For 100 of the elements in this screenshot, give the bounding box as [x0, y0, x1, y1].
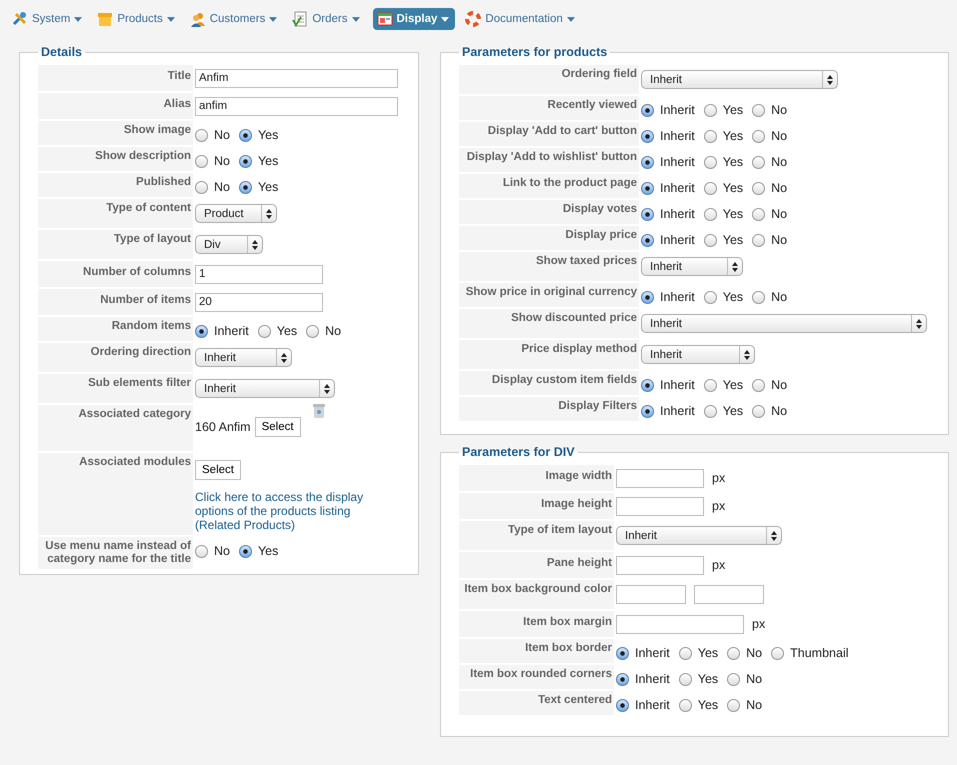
- unit-label: px: [752, 617, 766, 631]
- radio-button[interactable]: [727, 672, 740, 686]
- input-field[interactable]: 1: [195, 264, 323, 284]
- radio-button[interactable]: [752, 378, 766, 392]
- radio-button[interactable]: [641, 290, 654, 304]
- field-label: Item box rounded corners: [459, 665, 614, 689]
- dropdown[interactable]: Product: [195, 204, 277, 223]
- input-field[interactable]: anfim: [195, 96, 398, 116]
- radio-label: Thumbnail: [790, 646, 849, 660]
- radio-label: Yes: [722, 378, 744, 392]
- input-field[interactable]: [694, 585, 764, 604]
- input-field[interactable]: [616, 496, 704, 516]
- radio-button[interactable]: [752, 130, 766, 142]
- menu-item[interactable]: Customers: [188, 8, 282, 30]
- radio-button[interactable]: [752, 404, 766, 418]
- radio-button[interactable]: [641, 208, 654, 220]
- section-title: Parameters for products: [461, 45, 608, 59]
- radio-button[interactable]: [752, 156, 766, 168]
- input-field[interactable]: 20: [195, 292, 323, 312]
- dropdown[interactable]: Inherit: [641, 257, 743, 276]
- radio-button[interactable]: [752, 290, 766, 304]
- radio-label: No: [214, 128, 230, 142]
- radio-button[interactable]: [678, 698, 692, 712]
- radio-button[interactable]: [195, 128, 208, 142]
- radio-button[interactable]: [704, 182, 717, 194]
- field-label: Image height: [459, 493, 614, 519]
- input-field[interactable]: [616, 468, 704, 488]
- radio-button[interactable]: [704, 104, 717, 116]
- input-field[interactable]: [616, 585, 686, 604]
- radio-button[interactable]: [306, 324, 320, 338]
- field-label: Recently viewed: [459, 96, 639, 120]
- select-button[interactable]: Select: [195, 460, 241, 480]
- radio-label: No: [771, 404, 788, 418]
- input-field[interactable]: Anfim: [195, 68, 398, 88]
- caret-icon: [352, 16, 360, 22]
- field-label: Show price in original currency: [459, 283, 639, 307]
- radio-button[interactable]: [641, 130, 654, 142]
- radio-button[interactable]: [704, 378, 717, 392]
- radio-button[interactable]: [258, 324, 271, 338]
- radio-button[interactable]: [238, 128, 252, 142]
- dropdown[interactable]: Inherit: [195, 348, 292, 367]
- radio-button[interactable]: [704, 404, 717, 418]
- dropdown[interactable]: Inherit: [195, 379, 335, 398]
- radio-button[interactable]: [641, 182, 654, 194]
- radio-button[interactable]: [641, 156, 654, 168]
- radio-label: No: [771, 233, 788, 247]
- radio-button[interactable]: [195, 544, 208, 558]
- radio-button[interactable]: [641, 378, 654, 392]
- radio-button[interactable]: [727, 698, 740, 712]
- radio-button[interactable]: [704, 290, 717, 304]
- radio-button[interactable]: [616, 646, 629, 660]
- menu-item[interactable]: Products: [95, 8, 180, 30]
- radio-button[interactable]: [727, 646, 740, 660]
- radio-label: Yes: [722, 129, 744, 143]
- menu-item[interactable]: Display: [372, 8, 456, 30]
- radio-button[interactable]: [616, 672, 629, 686]
- radio-button[interactable]: [771, 646, 784, 660]
- radio-button[interactable]: [641, 104, 654, 116]
- menu-item[interactable]: Orders: [290, 8, 364, 30]
- radio-label: Inherit: [660, 404, 695, 418]
- radio-label: Yes: [276, 324, 298, 338]
- select-button[interactable]: Select: [254, 417, 301, 437]
- dropdown[interactable]: Div: [195, 235, 263, 254]
- up-down-arrows-icon: [827, 74, 833, 84]
- radio-button[interactable]: [678, 672, 692, 686]
- radio-button[interactable]: [704, 234, 717, 246]
- radio-button[interactable]: [641, 234, 654, 246]
- radio-button[interactable]: [752, 234, 766, 246]
- radio-button[interactable]: [752, 182, 766, 194]
- trash-icon[interactable]: [312, 403, 325, 419]
- input-field[interactable]: [616, 614, 744, 634]
- caret-icon: [566, 16, 575, 22]
- radio-button[interactable]: [616, 698, 629, 712]
- radio-button[interactable]: [238, 154, 252, 168]
- radio-label: Inherit: [660, 103, 695, 117]
- radio-button[interactable]: [678, 646, 692, 660]
- dropdown[interactable]: Inherit: [641, 345, 755, 364]
- radio-button[interactable]: [752, 104, 766, 116]
- radio-button[interactable]: [752, 208, 766, 220]
- radio-button[interactable]: [704, 208, 717, 220]
- radio-label: No: [214, 544, 230, 558]
- menu-item[interactable]: Documentation: [463, 8, 580, 30]
- radio-label: Inherit: [660, 181, 695, 195]
- radio-button[interactable]: [195, 180, 208, 194]
- dropdown[interactable]: Inherit: [616, 526, 782, 545]
- menu-item[interactable]: System: [10, 8, 88, 30]
- radio-button[interactable]: [238, 180, 252, 194]
- input-field[interactable]: [616, 556, 704, 574]
- radio-button[interactable]: [195, 324, 208, 338]
- radio-button[interactable]: [238, 544, 252, 558]
- radio-label: No: [214, 180, 230, 194]
- display-options-link[interactable]: Click here to access the display options of the products listing (Related Products): [195, 490, 375, 532]
- dropdown[interactable]: Inherit: [641, 70, 838, 89]
- dropdown[interactable]: Inherit: [641, 314, 927, 333]
- radio-label: Inherit: [214, 324, 249, 338]
- radio-button[interactable]: [704, 130, 717, 142]
- radio-label: No: [746, 646, 762, 660]
- radio-button[interactable]: [704, 156, 717, 168]
- radio-button[interactable]: [195, 154, 208, 168]
- radio-button[interactable]: [641, 404, 654, 418]
